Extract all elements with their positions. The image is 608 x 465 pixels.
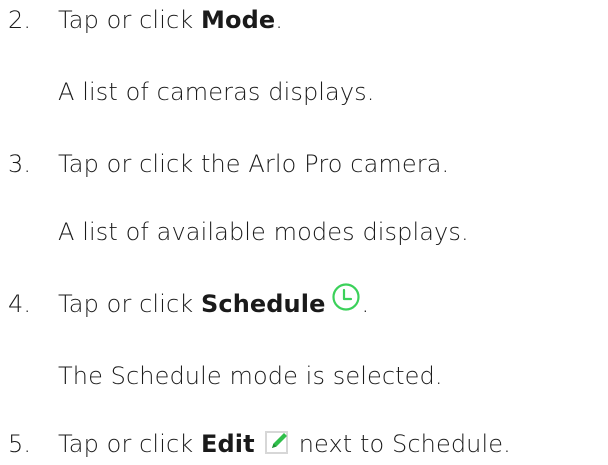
- step-suffix: .: [361, 290, 370, 318]
- step-ui-term: Mode: [201, 6, 276, 34]
- step-5: 5. Tap or click Edit next to Schedule.: [0, 428, 511, 460]
- step-text: Tap or click the Arlo Pro camera.: [58, 150, 450, 178]
- pencil-edit-icon: [264, 429, 291, 455]
- step-text: Tap or click: [58, 430, 201, 458]
- step-2-result: A list of cameras displays.: [58, 78, 375, 106]
- step-number: 3.: [8, 150, 32, 178]
- step-ui-term: Schedule: [201, 290, 326, 318]
- step-2: 2. Tap or click Mode.: [0, 4, 283, 36]
- step-3-result: A list of available modes displays.: [58, 218, 469, 246]
- step-number: 4.: [8, 290, 32, 318]
- step-suffix: .: [275, 6, 283, 34]
- instruction-steps: 2. Tap or click Mode. A list of cameras d…: [0, 0, 608, 465]
- step-text: Tap or click: [58, 290, 201, 318]
- step-ui-term: Edit: [201, 430, 255, 458]
- step-suffix: next to Schedule.: [298, 430, 511, 458]
- step-number: 5.: [8, 430, 32, 458]
- clock-icon: [331, 282, 361, 312]
- step-text: Tap or click: [58, 6, 201, 34]
- step-4: 4. Tap or click Schedule.: [0, 283, 370, 320]
- step-4-result: The Schedule mode is selected.: [58, 362, 443, 390]
- step-3: 3. Tap or click the Arlo Pro camera.: [0, 148, 449, 180]
- step-number: 2.: [8, 6, 32, 34]
